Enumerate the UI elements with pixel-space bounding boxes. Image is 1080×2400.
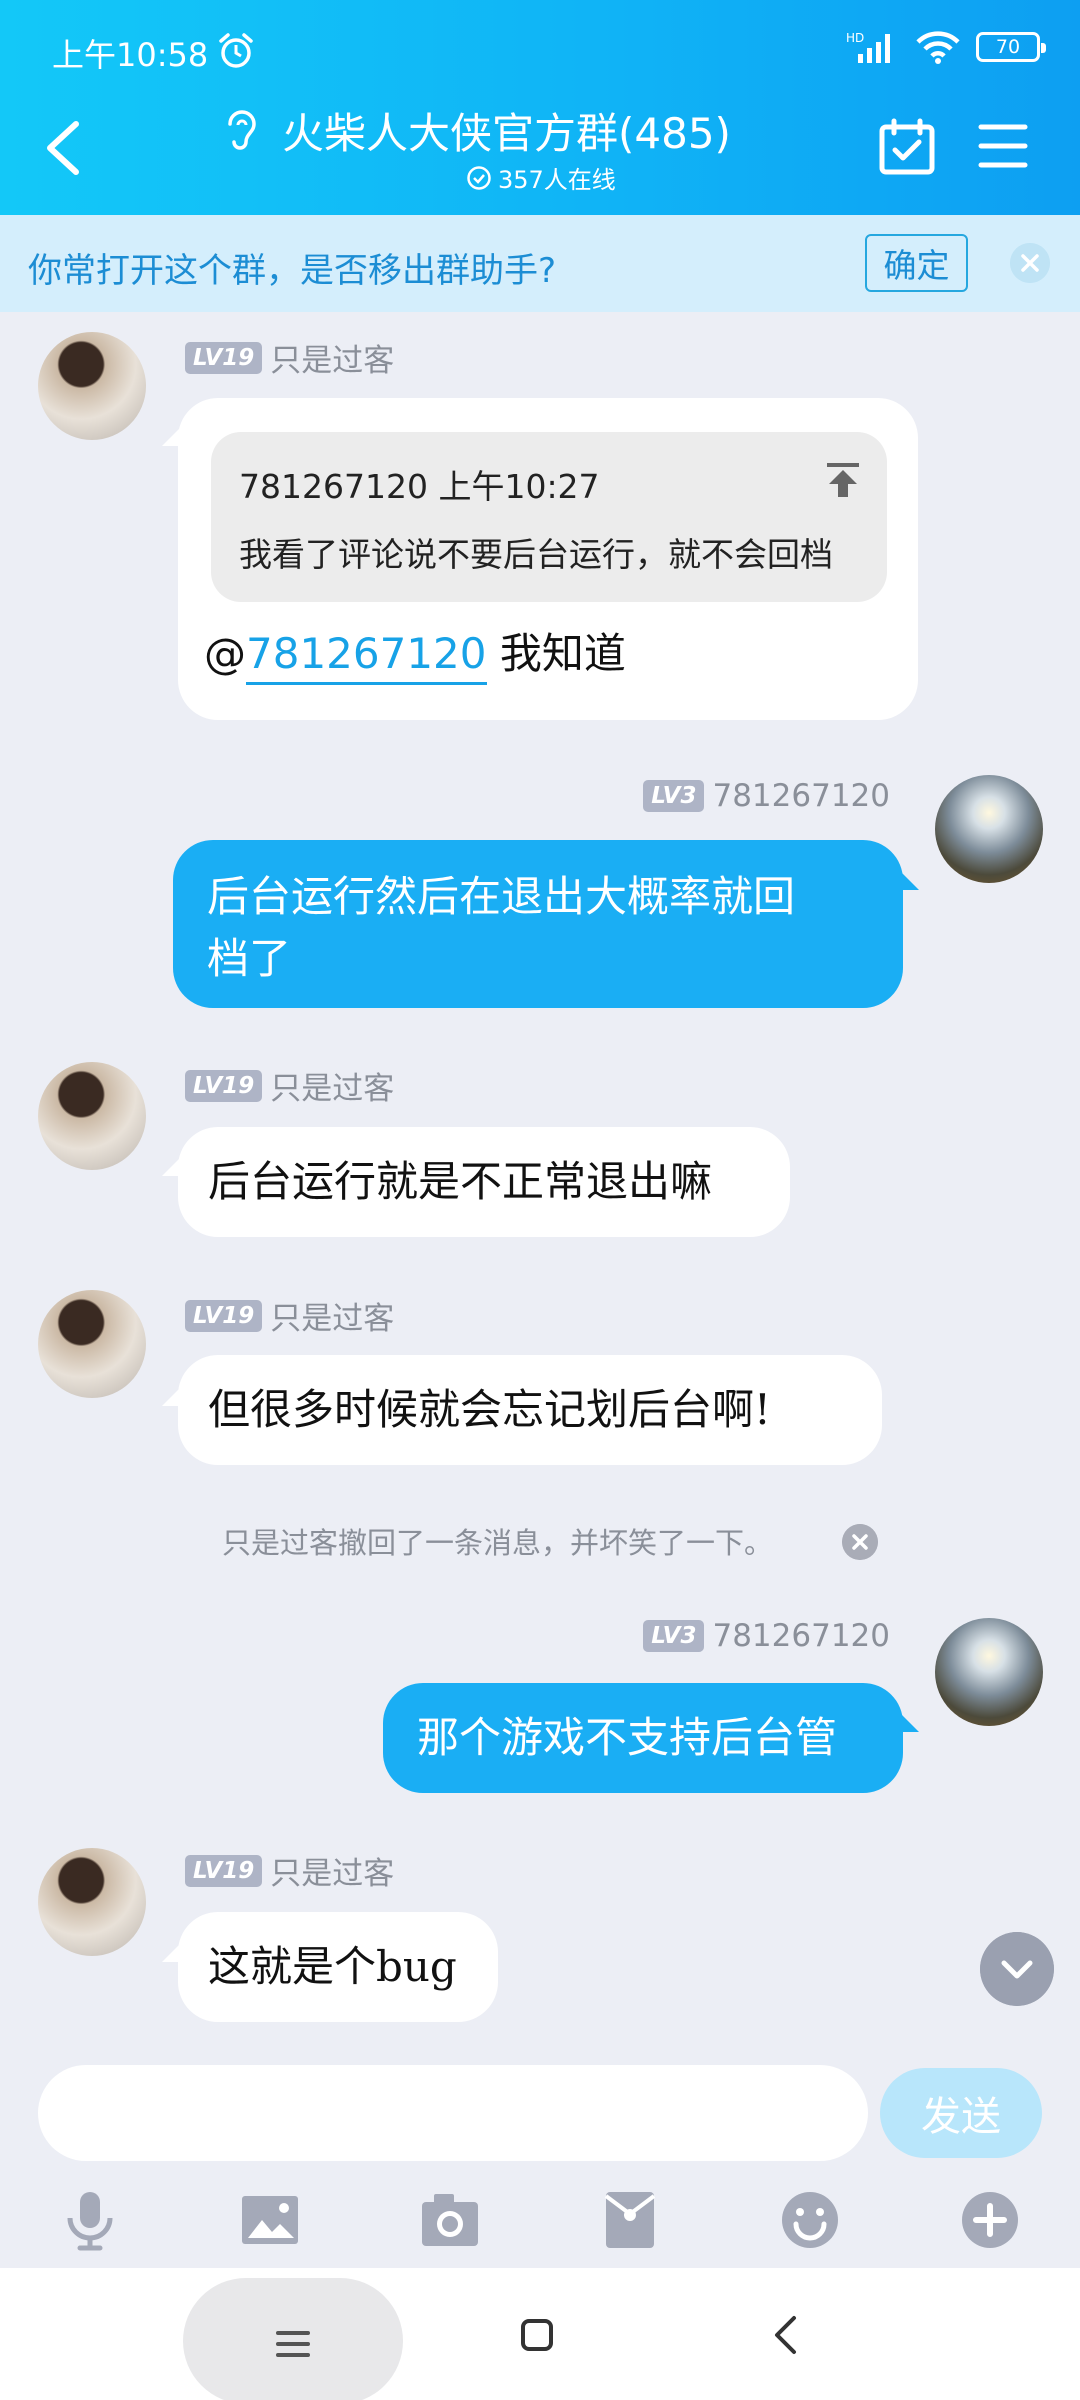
- recall-notice: 只是过客撤回了一条消息，并坏笑了一下。: [222, 1526, 774, 1560]
- avatar[interactable]: [38, 1290, 146, 1398]
- confirm-button[interactable]: 确定: [865, 234, 968, 292]
- group-assistant-banner: 你常打开这个群，是否移出群助手? 确定: [0, 215, 1080, 312]
- level-badge: LV3: [643, 1620, 705, 1652]
- message-bubble[interactable]: 后台运行然后在退出大概率就回 档了: [173, 840, 903, 1008]
- ear-icon: [228, 110, 256, 150]
- message-text: 后台运行就是不正常退出嘛: [208, 1157, 713, 1206]
- sender-info: LV3 781267120: [643, 1618, 890, 1654]
- emoji-icon[interactable]: [778, 2188, 842, 2252]
- message-text: 我知道: [499, 629, 626, 678]
- check-circle-icon: [467, 165, 491, 190]
- menu-lines-icon: [276, 2331, 310, 2357]
- send-button[interactable]: 发送: [880, 2068, 1042, 2158]
- quote-text: 我看了评论说不要后台运行，就不会回档: [239, 535, 833, 574]
- sender-name: 只是过客: [270, 343, 395, 379]
- group-title[interactable]: 火柴人大侠官方群(485): [282, 100, 731, 161]
- battery-icon: 70: [976, 32, 1046, 62]
- mic-icon[interactable]: [58, 2188, 122, 2252]
- level-badge: LV3: [643, 780, 705, 812]
- plus-icon[interactable]: [958, 2188, 1022, 2252]
- menu-button[interactable]: [978, 122, 1028, 170]
- sender-name: 只是过客: [270, 1071, 395, 1107]
- back-button[interactable]: [40, 118, 84, 178]
- message-text-line1: 后台运行然后在退出大概率就回: [207, 872, 796, 921]
- alarm-icon: [219, 33, 253, 68]
- image-icon[interactable]: [238, 2188, 302, 2252]
- sender-name: 只是过客: [270, 1301, 395, 1337]
- nav-home-button[interactable]: [520, 2318, 554, 2352]
- message-bubble[interactable]: 后台运行就是不正常退出嘛: [178, 1127, 790, 1237]
- avatar[interactable]: [935, 775, 1043, 883]
- signal-icon: HD: [846, 31, 890, 63]
- message-text: 但很多时候就会忘记划后台啊!: [208, 1385, 771, 1434]
- sender-info: LV19 只是过客: [185, 335, 394, 380]
- nav-back-button[interactable]: [770, 2314, 800, 2356]
- message-bubble[interactable]: 这就是个bug: [178, 1912, 498, 2022]
- input-toolbar: [0, 2178, 1080, 2268]
- battery-level: 70: [995, 36, 1021, 58]
- level-badge: LV19: [185, 1299, 263, 1332]
- message-input[interactable]: [38, 2065, 868, 2161]
- wifi-icon: [916, 31, 960, 64]
- level-badge: LV19: [185, 1069, 263, 1102]
- sender-name: 781267120: [712, 778, 890, 814]
- status-time: 上午10:58: [52, 36, 209, 74]
- mention-line: @781267120 我知道: [204, 620, 626, 685]
- mention-user[interactable]: 781267120: [246, 629, 487, 685]
- sender-info: LV3 781267120: [643, 778, 890, 814]
- avatar[interactable]: [935, 1618, 1043, 1726]
- message-bubble[interactable]: 但很多时候就会忘记划后台啊!: [178, 1355, 882, 1465]
- banner-text: 你常打开这个群，是否移出群助手?: [28, 251, 557, 291]
- camera-icon[interactable]: [418, 2188, 482, 2252]
- message-bubble[interactable]: 那个游戏不支持后台管: [383, 1683, 903, 1793]
- scroll-down-button[interactable]: [980, 1932, 1054, 2006]
- sender-info: LV19 只是过客: [185, 1293, 394, 1338]
- nav-menu-button[interactable]: [183, 2278, 403, 2400]
- online-text: 357人在线: [498, 166, 616, 194]
- quote-author: 781267120 上午10:27: [239, 467, 600, 506]
- message-text: 这就是个bug: [208, 1942, 457, 1991]
- sender-info: LV19 只是过客: [185, 1848, 394, 1893]
- quoted-message[interactable]: 781267120 上午10:27 我看了评论说不要后台运行，就不会回档: [211, 432, 887, 602]
- level-badge: LV19: [185, 341, 263, 374]
- online-count: 357人在线: [466, 160, 616, 195]
- sender-name: 781267120: [712, 1618, 890, 1654]
- close-icon[interactable]: [842, 1524, 878, 1560]
- status-icons: HD 70: [846, 30, 1046, 64]
- avatar[interactable]: [38, 1062, 146, 1170]
- message-text-line2: 档了: [207, 934, 292, 983]
- jump-to-icon[interactable]: [823, 460, 863, 500]
- at-sign: @: [204, 629, 246, 678]
- sender-name: 只是过客: [270, 1856, 395, 1892]
- avatar[interactable]: [38, 1848, 146, 1956]
- system-nav-bar: [0, 2268, 1080, 2400]
- chat-header: 上午10:58 HD 70 火柴人大侠官方群(485) 357人在线: [0, 0, 1080, 215]
- sender-info: LV19 只是过客: [185, 1063, 394, 1108]
- avatar[interactable]: [38, 332, 146, 440]
- network-type: HD: [846, 31, 864, 45]
- red-packet-icon[interactable]: [598, 2188, 662, 2252]
- message-text: 那个游戏不支持后台管: [417, 1713, 838, 1762]
- level-badge: LV19: [185, 1854, 263, 1887]
- close-icon[interactable]: [1010, 243, 1050, 283]
- calendar-check-button[interactable]: [878, 118, 936, 176]
